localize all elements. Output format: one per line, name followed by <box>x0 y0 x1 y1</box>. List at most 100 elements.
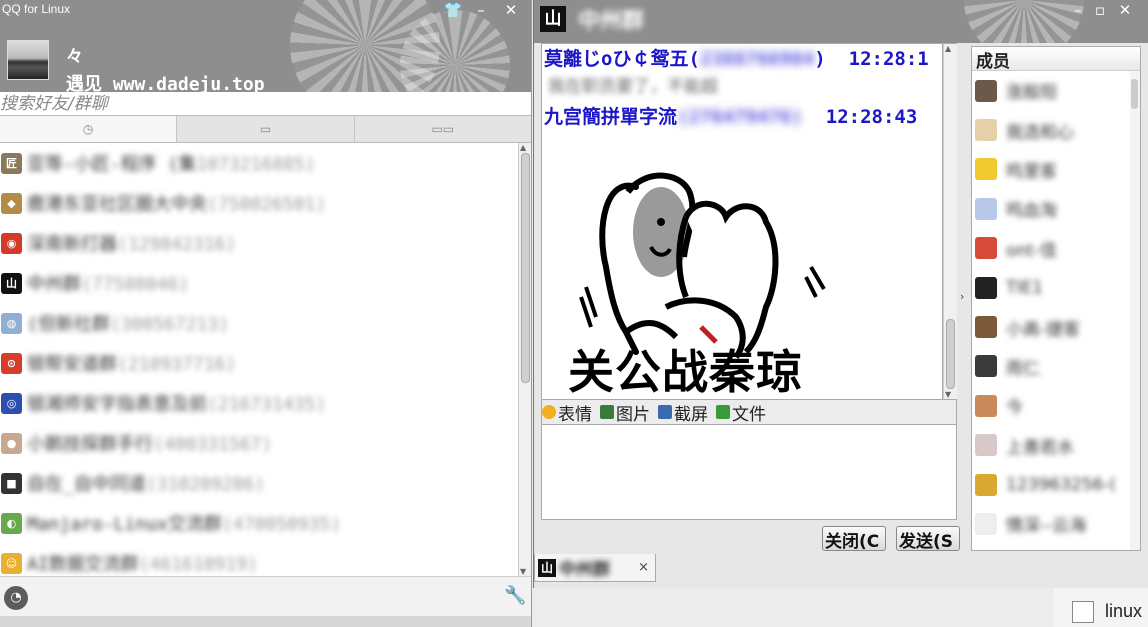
avatar <box>975 276 997 299</box>
maximize-icon[interactable]: ▫ <box>1089 0 1111 20</box>
chat-tab[interactable]: 山 中州群 × <box>534 554 656 582</box>
message-input[interactable] <box>542 425 956 519</box>
list-item[interactable]: 匠亚等-小匠-程序 (集1073216885) <box>0 143 518 183</box>
desktop-checkbox[interactable] <box>1072 601 1094 623</box>
list-item[interactable]: ◉ 深南新打器(129842316) <box>0 223 518 263</box>
list-item[interactable]: ● 小鹅技探群手行(400331567) <box>0 423 518 463</box>
member-item[interactable]: 雨仁 <box>972 347 1140 386</box>
message-scrollbar[interactable]: ▲ ▼ <box>943 43 957 400</box>
avatar: ◆ <box>1 192 22 214</box>
qq-penguin-icon[interactable]: ◔ <box>4 586 28 610</box>
screenshot-button[interactable]: 截屏 <box>658 400 708 425</box>
avatar: ◎ <box>1 392 22 414</box>
avatar <box>975 79 997 102</box>
message-header: 九宫簡拼單字流(276479476) 12:28:43 <box>544 106 918 128</box>
member-name: 鸣血淘 <box>1006 201 1057 222</box>
contact-name: 深南新打器(129842316) <box>27 234 237 255</box>
chat-tab-name: 中州群 <box>559 560 610 580</box>
scroll-thumb[interactable] <box>1131 79 1138 109</box>
contact-name: 自在_自中同道(310209286) <box>27 474 266 495</box>
member-scrollbar[interactable] <box>1130 71 1140 550</box>
shirt-icon[interactable]: 👕 <box>442 0 464 20</box>
contact-scrollbar[interactable]: ▲ ▼ <box>518 143 531 576</box>
screenshot-icon <box>658 405 672 419</box>
minimize-icon[interactable]: – <box>1067 0 1089 20</box>
avatar[interactable] <box>7 40 49 80</box>
close-icon[interactable]: ✕ <box>500 0 522 20</box>
avatar <box>975 197 997 220</box>
member-list: 涨殷阳我选和心 鸣里客鸣血淘 ont-佳 TIE1 小高-捷客雨仁今上善若水 123963… <box>972 71 1140 544</box>
member-item[interactable]: 鸣里客 <box>972 150 1140 189</box>
main-footer: ◔ 🔧 <box>0 576 531 616</box>
clock-chat-icon: ◷ <box>82 122 94 136</box>
member-item[interactable]: ont-佳 <box>972 229 1140 268</box>
tab-contacts[interactable]: ▭ <box>177 116 355 142</box>
message-area[interactable]: 莫離じoひ￠鸳五(2388766984) 12:28:1 我在职员要了，不能超 … <box>541 43 943 400</box>
scroll-down-icon[interactable]: ▼ <box>520 567 526 576</box>
tab-groups[interactable]: ▭▭ <box>355 116 531 142</box>
member-item[interactable]: 涨殷阳 <box>972 71 1140 110</box>
tab-recent[interactable]: ◷ <box>0 116 178 142</box>
list-item[interactable]: ■ 自在_自中同道(310209286) <box>0 463 518 503</box>
scroll-up-icon[interactable]: ▲ <box>945 44 951 53</box>
contact-name: 亚等-小匠-程序 (集1073216885) <box>27 154 316 175</box>
list-item[interactable]: ☺ AI数据交流群(461610919) <box>0 543 518 576</box>
list-item[interactable]: ◎ 银湘师安字指表意及前(216731435) <box>0 383 518 423</box>
member-name: 涨殷阳 <box>1006 83 1057 104</box>
list-item[interactable]: ◆ 鹿港东亚社区圈大中央(750026501) <box>0 183 518 223</box>
scroll-thumb[interactable] <box>946 319 955 389</box>
search-bar <box>0 92 531 116</box>
send-button[interactable]: 发送(S <box>896 526 960 551</box>
picture-button[interactable]: 图片 <box>600 400 650 425</box>
group-icon: 山 <box>538 558 556 577</box>
avatar: ◍ <box>1 312 22 334</box>
member-panel: 成员 涨殷阳我选和心 鸣里客鸣血淘 ont-佳 TIE1 小高-捷客雨仁今上善若水 123… <box>971 46 1141 551</box>
avatar <box>975 158 997 181</box>
search-input[interactable] <box>0 92 531 116</box>
chat-window: 山 中州群 – ▫ ✕ 莫離じoひ￠鸳五(2388766984) 12:28:1… <box>533 0 1148 588</box>
member-item[interactable]: 123963256-( <box>972 465 1140 504</box>
avatar <box>975 119 997 142</box>
list-item[interactable]: ◐ Manjaro-Linux交流群(470050935) <box>0 503 518 543</box>
member-name: 小高-捷客 <box>1006 319 1081 340</box>
avatar: ⊙ <box>1 352 22 374</box>
close-icon[interactable]: ✕ <box>1114 0 1136 20</box>
member-item[interactable]: 上善若水 <box>972 426 1140 465</box>
list-item[interactable]: ◍ (但新社群(300567213) <box>0 303 518 343</box>
member-item[interactable]: TIE1 <box>972 268 1140 307</box>
avatar: 山 <box>1 272 22 294</box>
message-input-area <box>541 424 957 520</box>
avatar <box>975 434 997 457</box>
file-button[interactable]: 文件 <box>716 400 766 425</box>
chevron-right-icon[interactable]: › <box>960 290 964 303</box>
wrench-icon[interactable]: 🔧 <box>504 585 526 606</box>
chat-header: 山 中州群 – ▫ ✕ <box>534 0 1148 43</box>
scroll-thumb[interactable] <box>521 153 530 383</box>
member-item[interactable]: 鸣血淘 <box>972 189 1140 228</box>
list-item[interactable]: 山中州群(77508046) <box>0 263 518 303</box>
member-item[interactable]: 情深--云海 <box>972 504 1140 543</box>
member-item[interactable]: 我选和心 <box>972 110 1140 149</box>
desktop-label: linux <box>1105 601 1143 621</box>
emoji-button[interactable]: 表情 <box>542 400 592 425</box>
avatar: ■ <box>1 472 22 494</box>
avatar: 匠 <box>1 152 22 174</box>
member-name: 上善若水 <box>1006 437 1074 458</box>
avatar: ● <box>1 432 22 454</box>
scroll-down-icon[interactable]: ▼ <box>945 390 951 399</box>
minimize-icon[interactable]: – <box>470 0 492 20</box>
contact-name: (但新社群(300567213) <box>27 314 230 335</box>
group-title: 中州群 <box>578 9 645 34</box>
member-panel-title: 成员 <box>972 47 1140 72</box>
avatar: ☺ <box>1 552 22 574</box>
avatar <box>975 512 997 535</box>
signature[interactable]: 遇见 www.dadeju.top <box>66 70 265 92</box>
scroll-up-icon[interactable]: ▲ <box>520 143 526 152</box>
close-chat-button[interactable]: 关闭(C <box>822 526 886 551</box>
member-item[interactable]: 今 <box>972 386 1140 425</box>
member-name: 情深--云海 <box>1006 516 1087 537</box>
list-item[interactable]: ⊙ 银帮安道群(210937716) <box>0 343 518 383</box>
member-item[interactable]: 小高-捷客 <box>972 307 1140 346</box>
close-icon[interactable]: × <box>638 560 649 575</box>
chat-bubble-icon: ▭ <box>259 122 272 136</box>
